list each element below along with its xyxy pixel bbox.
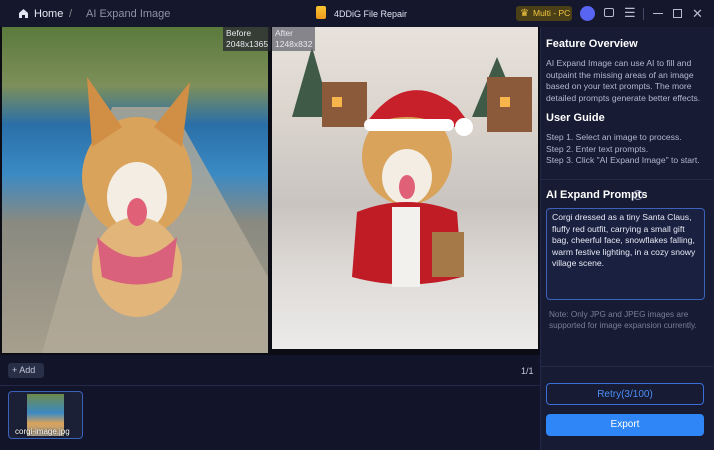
overview-text: AI Expand Image can use AI to fill and o… bbox=[546, 58, 701, 103]
guide-step: Step 1. Select an image to process. bbox=[546, 132, 682, 142]
santa-corgi-photo bbox=[292, 47, 532, 287]
before-tag: Before 2048x1365 bbox=[223, 27, 272, 51]
before-image bbox=[2, 27, 268, 353]
after-size: 1248x832 bbox=[275, 39, 313, 49]
divider bbox=[541, 179, 713, 180]
breadcrumb-current: AI Expand Image bbox=[86, 8, 171, 20]
maximize-icon[interactable] bbox=[673, 9, 682, 18]
add-label: Add bbox=[19, 365, 36, 375]
app-title: 4DDiG File Repair bbox=[334, 9, 408, 19]
close-icon[interactable]: ✕ bbox=[692, 6, 703, 22]
guide-step: Step 3. Click "AI Expand Image" to start… bbox=[546, 155, 700, 165]
title-bar: Home / AI Expand Image 4DDiG File Repair… bbox=[0, 0, 714, 27]
guide-step: Step 2. Enter text prompts. bbox=[546, 143, 649, 154]
before-label: Before bbox=[226, 28, 252, 38]
guide-steps: Step 1. Select an image to process. Step… bbox=[546, 132, 712, 167]
divider bbox=[0, 385, 540, 386]
add-button[interactable]: + Add bbox=[8, 363, 44, 378]
page-counter: 1/1 bbox=[521, 366, 534, 376]
before-size: 2048x1365 bbox=[226, 39, 269, 49]
divider bbox=[541, 366, 713, 367]
prompt-input[interactable]: Corgi dressed as a tiny Santa Claus, flu… bbox=[546, 208, 705, 300]
feedback-icon[interactable] bbox=[604, 8, 614, 17]
license-badge[interactable]: ♛ Multi - PC bbox=[516, 6, 572, 21]
overview-title: Feature Overview bbox=[546, 38, 638, 50]
license-label: Multi - PC bbox=[533, 8, 571, 18]
minimize-icon[interactable] bbox=[653, 13, 663, 15]
menu-icon[interactable]: ☰ bbox=[624, 5, 636, 21]
after-label: After bbox=[275, 28, 293, 38]
after-tag: After 1248x832 bbox=[272, 27, 316, 51]
discord-icon[interactable] bbox=[580, 6, 595, 21]
after-image bbox=[272, 27, 538, 349]
crown-icon: ♛ bbox=[520, 8, 529, 19]
guide-title: User Guide bbox=[546, 112, 605, 124]
thumbnail-item[interactable]: corgi-image.jpg bbox=[8, 391, 83, 439]
thumbnail-name: corgi-image.jpg bbox=[15, 427, 70, 436]
format-note: Note: Only JPG and JPEG images are suppo… bbox=[549, 310, 697, 330]
export-button[interactable]: Export bbox=[546, 414, 704, 436]
home-link[interactable]: Home bbox=[34, 8, 63, 20]
home-icon[interactable] bbox=[18, 8, 29, 19]
info-icon[interactable]: i bbox=[633, 190, 643, 200]
app-logo-icon bbox=[316, 6, 326, 19]
breadcrumb-separator: / bbox=[69, 8, 73, 20]
divider bbox=[643, 8, 644, 20]
corgi-photo bbox=[42, 77, 268, 353]
retry-button[interactable]: Retry(3/100) bbox=[546, 383, 704, 405]
